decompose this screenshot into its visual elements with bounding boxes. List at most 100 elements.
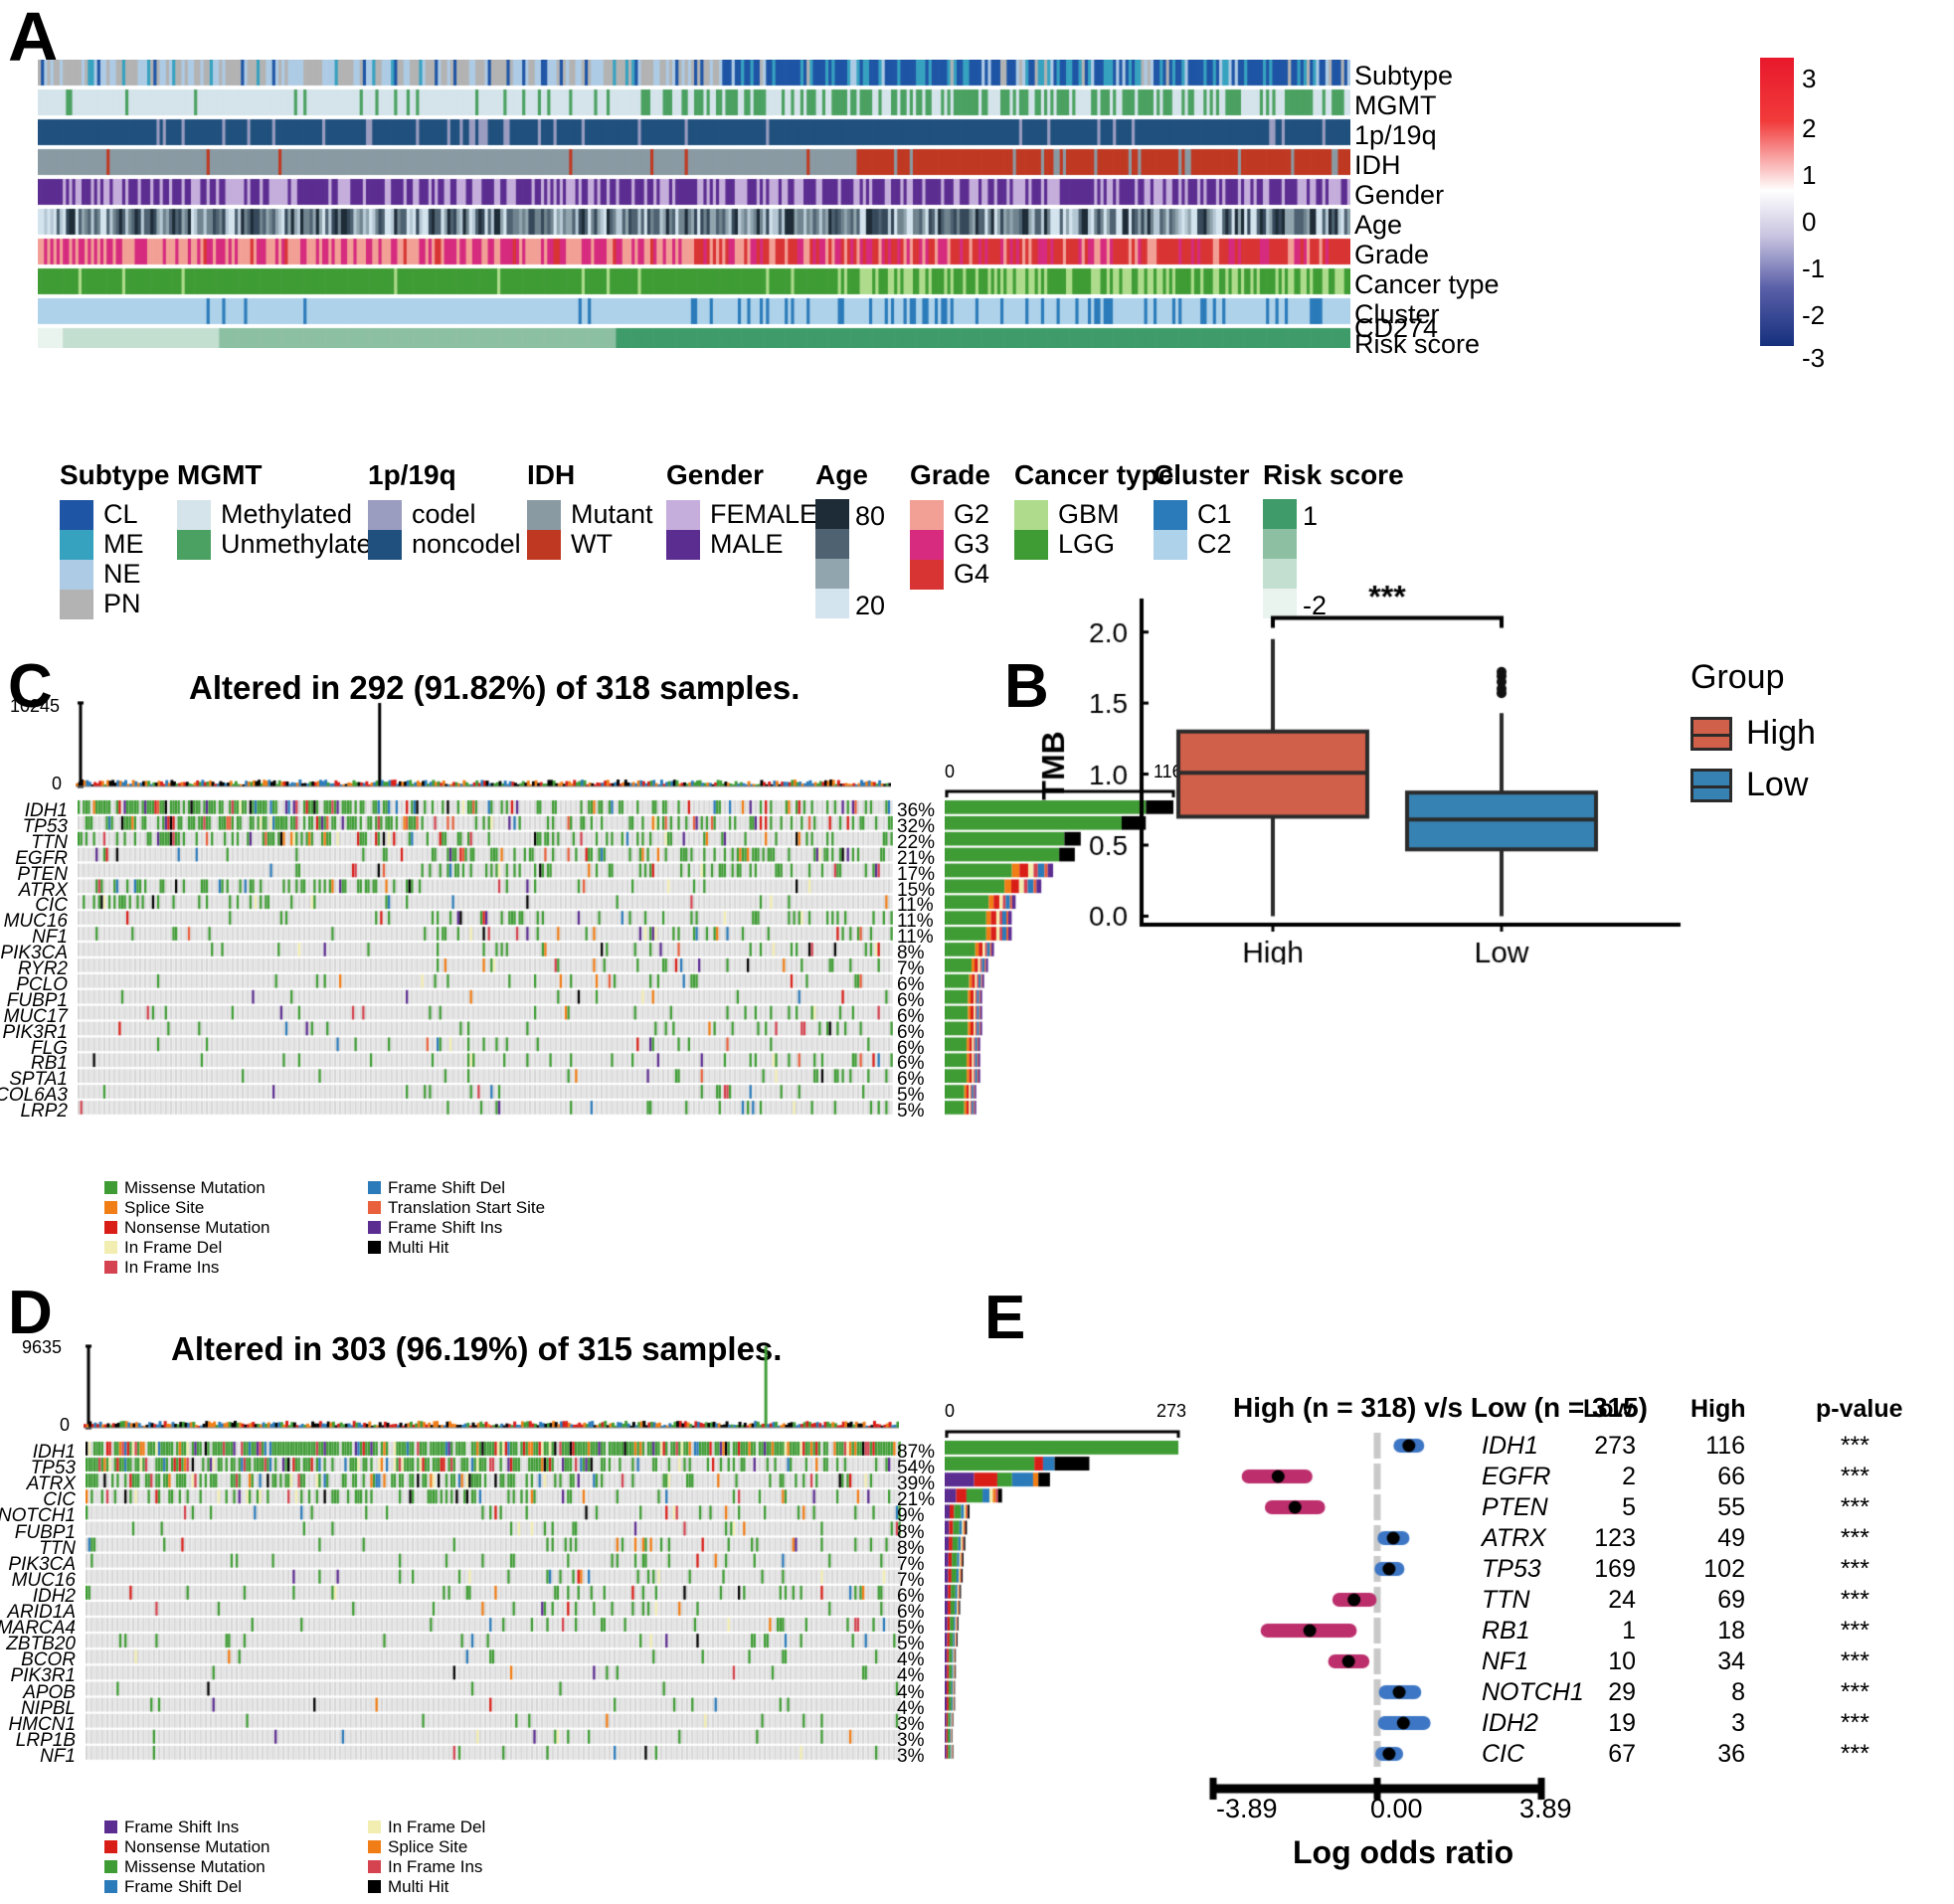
legend-swatch <box>1154 529 1187 560</box>
legend-swatch <box>910 529 944 560</box>
legend-item-label: GBM <box>1058 499 1120 529</box>
mutation-legend-swatch <box>368 1221 381 1234</box>
gene-label: NF1 <box>40 1745 76 1767</box>
legend-swatch <box>666 499 700 530</box>
panel-e-row-low: 273 <box>1594 1432 1636 1460</box>
mutation-legend-swatch <box>104 1860 117 1873</box>
panel-c-tmb-axis-min: 0 <box>52 774 63 793</box>
mutation-legend-swatch <box>104 1880 117 1893</box>
panel-a-colorbar <box>1760 58 1794 346</box>
legend-item-label: Mutant <box>571 499 653 529</box>
colorbar-tick-1: 1 <box>1802 160 1817 190</box>
legend-item-label: C1 <box>1197 499 1232 529</box>
panel-d-right-axis-max: 273 <box>1156 1401 1187 1421</box>
panel-c-right-axis-min: 0 <box>945 762 956 781</box>
panel-e-row-gene: IDH2 <box>1482 1709 1538 1737</box>
legend-swatch <box>177 529 211 560</box>
panel-e-row-high: 116 <box>1705 1432 1745 1460</box>
legend-title: Risk score <box>1263 459 1404 490</box>
panel-e-row-gene: NOTCH1 <box>1482 1678 1584 1706</box>
legend-item: FEMALE <box>666 499 817 530</box>
legend-item-label: LGG <box>1058 529 1116 559</box>
legend-gradient-bottom-label: 20 <box>855 591 886 620</box>
mutation-legend-swatch <box>104 1840 117 1853</box>
mutation-legend-item: Frame Shift Ins <box>368 1218 502 1238</box>
mutation-legend-item: Missense Mutation <box>104 1178 266 1198</box>
panel-e-row-high: 102 <box>1703 1555 1745 1583</box>
legend-swatch <box>815 529 849 559</box>
legend-item: G3 <box>910 529 989 560</box>
panel-e-row-high: 3 <box>1731 1709 1745 1737</box>
legend-group-cancer-type: Cancer type GBM LGG <box>1014 459 1173 560</box>
legend-item-label: G4 <box>954 559 990 589</box>
legend-item: G2 <box>910 499 989 530</box>
legend-item-label: ME <box>103 529 144 559</box>
legend-swatch <box>368 529 402 560</box>
panel-e-xtick-mid: 0.00 <box>1370 1794 1423 1823</box>
mutation-legend-label: Missense Mutation <box>124 1857 266 1876</box>
panel-e-row-pvalue: *** <box>1840 1493 1869 1521</box>
mutation-legend-swatch <box>104 1221 117 1234</box>
legend-item-label: Methylated <box>221 499 353 529</box>
colorbar-tick-m3: -3 <box>1802 343 1826 373</box>
legend-item-label: MALE <box>710 529 784 559</box>
mutation-legend-item: In Frame Del <box>104 1238 222 1258</box>
panel-e-row-pvalue: *** <box>1840 1555 1869 1583</box>
mutation-legend-swatch <box>368 1820 381 1833</box>
mutation-legend-label: In Frame Ins <box>388 1857 483 1876</box>
mutation-legend-swatch <box>104 1201 117 1214</box>
group-legend-item: High <box>1690 714 1816 753</box>
panel-e-row-gene: NF1 <box>1482 1647 1529 1675</box>
mutation-legend-item: Translation Start Site <box>368 1198 545 1218</box>
panel-e-row-pvalue: *** <box>1840 1740 1869 1768</box>
legend-title: MGMT <box>177 459 263 490</box>
panel-e-row-high: 55 <box>1717 1493 1745 1521</box>
mutation-legend-swatch <box>368 1201 381 1214</box>
mutation-legend-swatch <box>368 1880 381 1893</box>
legend-swatch <box>60 589 93 619</box>
panel-d-tmb-barplot <box>84 1344 899 1432</box>
track-label-mgmt: MGMT <box>1354 90 1437 120</box>
legend-item-label: noncodel <box>412 529 521 559</box>
legend-item: Mutant <box>527 499 653 530</box>
mutation-legend-item: In Frame Ins <box>104 1258 219 1278</box>
mutation-legend-label: Splice Site <box>388 1837 468 1856</box>
legend-item: ME <box>60 529 144 560</box>
legend-item: CL <box>60 499 138 530</box>
legend-swatch <box>527 499 561 530</box>
mutation-legend-label: Multi Hit <box>388 1877 449 1896</box>
panel-e-row-pvalue: *** <box>1840 1617 1869 1644</box>
panel-e-row-low: 169 <box>1594 1555 1636 1583</box>
panel-e-row-low: 24 <box>1608 1586 1636 1614</box>
mutation-legend-swatch <box>104 1820 117 1833</box>
group-legend-swatch-median <box>1693 784 1729 788</box>
panel-e-row-gene: EGFR <box>1482 1463 1551 1490</box>
mutation-legend-item: Splice Site <box>104 1198 204 1218</box>
panel-e-row-low: 19 <box>1608 1709 1636 1737</box>
mutation-legend-item: Splice Site <box>368 1837 467 1857</box>
colorbar-tick-3: 3 <box>1802 64 1817 93</box>
legend-item-label: C2 <box>1197 529 1232 559</box>
legend-swatch <box>527 529 561 560</box>
group-legend-label: High <box>1746 714 1816 752</box>
panel-a-heatmap <box>38 60 1350 348</box>
panel-e-row-low: 123 <box>1594 1524 1636 1552</box>
mutation-legend-item: Frame Shift Del <box>104 1877 242 1897</box>
legend-item: NE <box>60 559 141 590</box>
group-legend-swatch <box>1690 768 1732 802</box>
legend-item: C1 <box>1154 499 1232 530</box>
panel-b-boxplot <box>1024 567 1700 964</box>
mutation-legend-swatch <box>104 1181 117 1194</box>
legend-item: GBM <box>1014 499 1120 530</box>
mutation-legend-swatch <box>368 1860 381 1873</box>
mutation-legend-item: In Frame Del <box>368 1817 485 1837</box>
panel-e-row-high: 49 <box>1717 1524 1745 1552</box>
track-label-cancer-type: Cancer type <box>1354 269 1500 299</box>
panel-e-row-pvalue: *** <box>1840 1463 1869 1490</box>
legend-group-1p-19q: 1p/19q codel noncodel <box>368 459 521 560</box>
legend-swatch <box>1263 529 1297 559</box>
legend-item: noncodel <box>368 529 521 560</box>
legend-title: Cluster <box>1154 459 1250 490</box>
mutation-legend-label: In Frame Del <box>124 1238 223 1257</box>
legend-swatch <box>177 499 211 530</box>
